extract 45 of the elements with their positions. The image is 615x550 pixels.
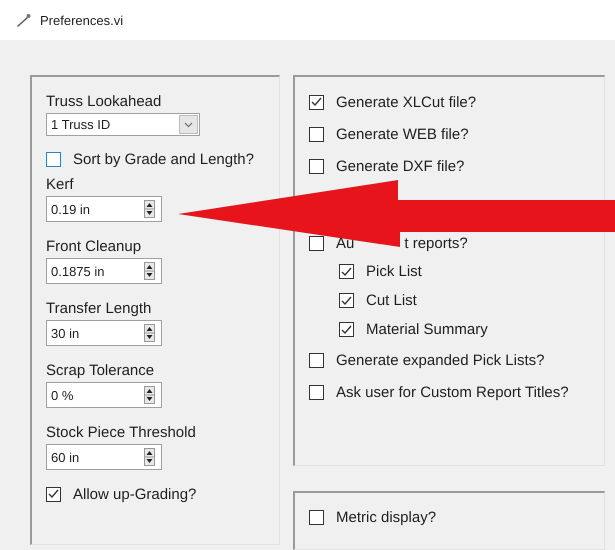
checkbox-label: Allow up-Grading? — [73, 486, 196, 502]
checkbox[interactable] — [309, 94, 324, 110]
spin-button[interactable] — [144, 386, 155, 404]
checkbox[interactable] — [309, 510, 324, 526]
checkbox[interactable] — [309, 158, 324, 174]
field-label: Kerf — [46, 175, 75, 195]
spin-button[interactable] — [144, 262, 155, 280]
checkbox-label: Sort by Grade and Length? — [73, 150, 254, 168]
checkbox[interactable] — [339, 293, 354, 308]
checkbox-label: Au — [336, 234, 354, 252]
field-label: Scrap Tolerance — [46, 361, 156, 381]
dropdown[interactable]: 1 Truss ID — [46, 113, 200, 136]
checkbox-label: Ask user for Custom Report Titles? — [336, 384, 569, 400]
chevron-down-icon[interactable] — [184, 122, 193, 128]
field-label: Truss Lookahead — [46, 92, 162, 112]
checkbox-label: Cut List — [366, 292, 417, 309]
checkbox-label: Generate DXF file? — [336, 158, 464, 174]
checkbox[interactable] — [46, 152, 61, 166]
numeric-field[interactable]: 0.19 in — [46, 196, 162, 222]
numeric-field[interactable]: 0 % — [46, 382, 162, 408]
field-label: Transfer Length — [46, 299, 152, 319]
checkbox[interactable] — [309, 384, 324, 400]
checkbox-label: Material Summary — [366, 321, 488, 338]
checkbox[interactable] — [339, 322, 354, 337]
window-title: Preferences.vi — [40, 12, 124, 28]
checkbox[interactable] — [309, 126, 324, 142]
spin-button[interactable] — [144, 324, 155, 342]
wrench-icon — [16, 13, 32, 27]
field-label: Stock Piece Threshold — [46, 423, 197, 443]
checkbox-label: Generate expanded Pick Lists? — [336, 352, 544, 368]
spin-button[interactable] — [144, 200, 155, 218]
numeric-field[interactable]: 60 in — [46, 444, 162, 470]
spin-button[interactable] — [144, 448, 155, 466]
numeric-field[interactable]: 0.1875 in — [46, 258, 162, 284]
checkbox-label: t reports? — [404, 234, 468, 252]
checkbox-label: Generate WEB file? — [336, 126, 469, 142]
checkbox[interactable] — [46, 486, 61, 502]
checkbox-label: Metric display? — [336, 509, 436, 526]
checkbox[interactable] — [339, 264, 354, 279]
checkbox-label: Pick List — [366, 263, 422, 280]
checkbox[interactable] — [309, 236, 324, 250]
numeric-field[interactable]: 30 in — [46, 320, 162, 346]
checkbox-label: Generate XLCut file? — [336, 94, 476, 110]
field-label: Front Cleanup — [46, 237, 142, 257]
checkbox[interactable] — [309, 352, 324, 368]
